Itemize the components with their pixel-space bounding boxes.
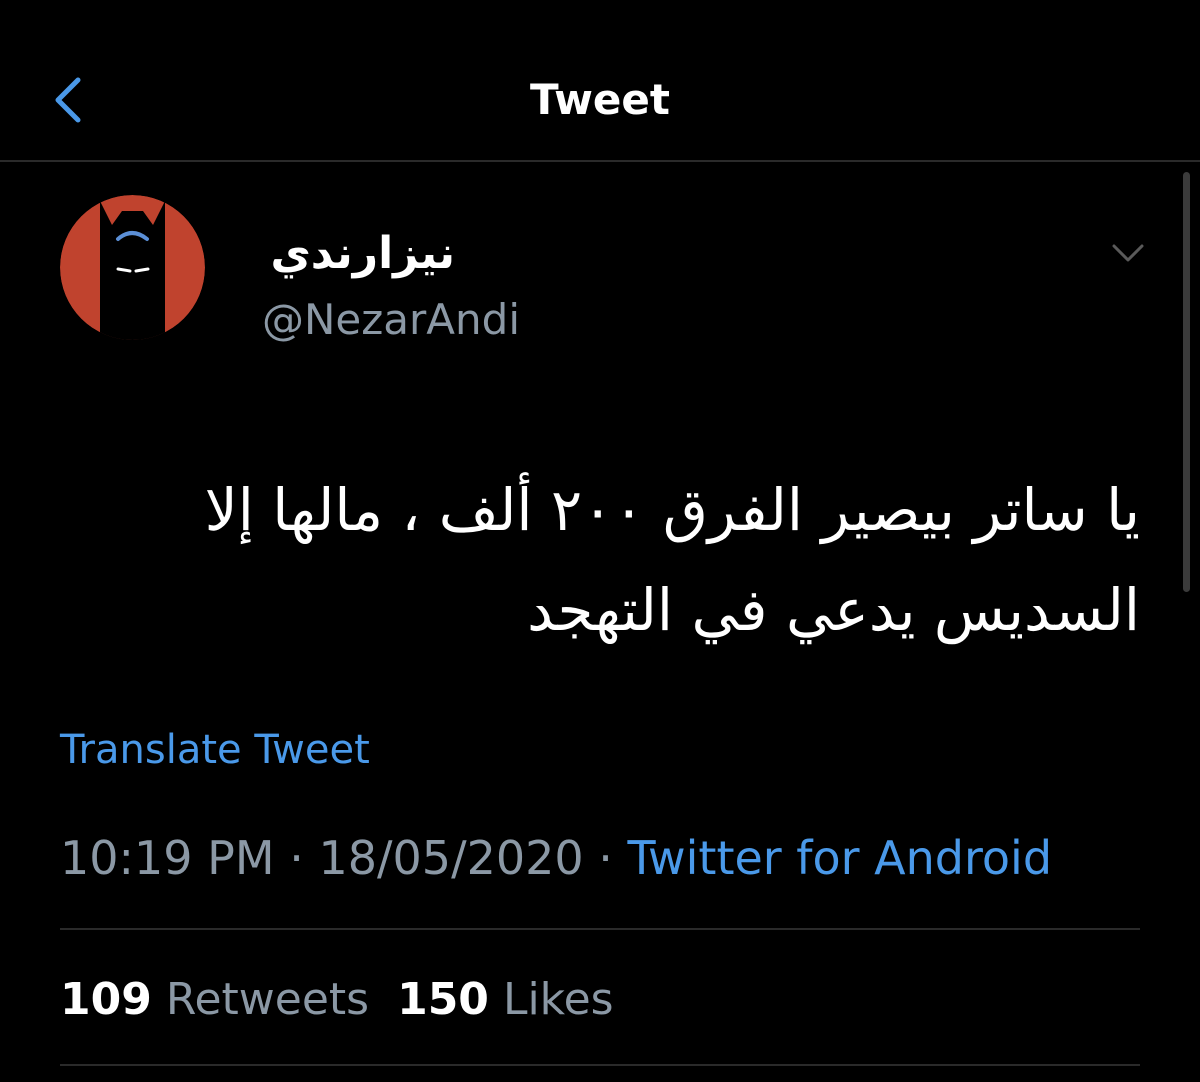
- tweet-text-line: السديس يدعي في التهجد: [527, 576, 1140, 644]
- batman-avatar-icon: [60, 195, 205, 340]
- translate-tweet-link[interactable]: Translate Tweet: [60, 724, 370, 776]
- author-handle[interactable]: @NezarAndi: [262, 292, 520, 348]
- author-display-name[interactable]: نيزارندي: [270, 226, 455, 282]
- tweet-text-line: يا ساتر بيصير الفرق ٢٠٠ ألف ، مالها إلا: [204, 476, 1140, 544]
- tweet-metadata: 10:19 PM · 18/05/2020 · Twitter for Andr…: [60, 828, 1052, 888]
- separator-dot: ·: [274, 831, 319, 885]
- retweets-label: Retweets: [165, 974, 370, 1025]
- divider: [60, 1064, 1140, 1066]
- likes-label: Likes: [502, 974, 614, 1025]
- scroll-indicator: [1183, 172, 1190, 592]
- top-navigation-bar: Tweet: [0, 0, 1200, 162]
- tweet-stats: 109 Retweets 150 Likes: [60, 970, 614, 1030]
- avatar[interactable]: [60, 195, 205, 340]
- likes-count: 150: [397, 974, 489, 1025]
- tweet-date: 18/05/2020: [318, 831, 584, 885]
- retweets-count: 109: [60, 974, 152, 1025]
- chevron-down-icon: [1112, 244, 1144, 262]
- divider: [60, 928, 1140, 930]
- page-title: Tweet: [530, 75, 670, 124]
- more-options-button[interactable]: [1106, 236, 1150, 272]
- tweet-time: 10:19 PM: [60, 831, 275, 885]
- tweet-text: يا ساتر بيصير الفرق ٢٠٠ ألف ، مالها إلا …: [60, 460, 1140, 660]
- tweet-source-link[interactable]: Twitter for Android: [628, 831, 1053, 885]
- likes-stat[interactable]: 150 Likes: [397, 974, 614, 1025]
- separator-dot: ·: [583, 831, 628, 885]
- retweets-stat[interactable]: 109 Retweets: [60, 974, 369, 1025]
